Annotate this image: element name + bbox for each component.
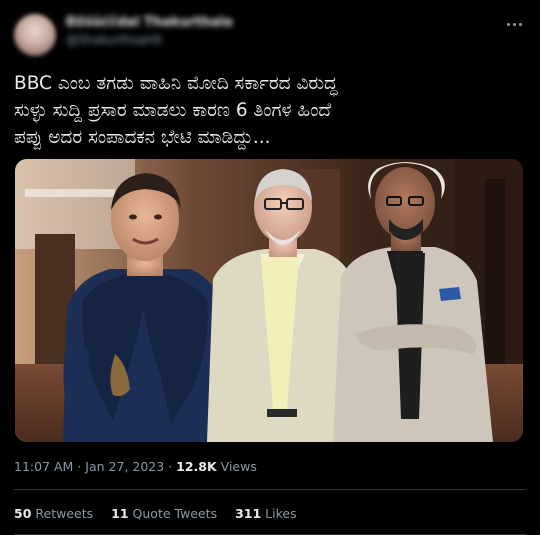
retweets-label: Retweets: [35, 506, 94, 521]
likes-label: Likes: [265, 506, 297, 521]
author-avatar[interactable]: [14, 14, 56, 56]
author-name[interactable]: Đžśůćčdal Thakurthala: [66, 15, 256, 30]
meta-separator: ·: [168, 459, 173, 474]
quote-tweets-label: Quote Tweets: [132, 506, 218, 521]
retweets-count: 50: [14, 506, 32, 521]
meta-separator: ·: [77, 459, 82, 474]
views-label: Views: [220, 459, 257, 474]
tweet-text: BBC ಎಂಬ ತಗಡು ವಾಹಿನಿ ಮೋದಿ ಸರ್ಕಾರದ ವಿರುದ್ಧ…: [14, 73, 338, 148]
tweet-card: Đžśůćčdal Thakurthala @ShakurthsaHit BBC…: [0, 0, 540, 535]
likes-stat[interactable]: 311 Likes: [235, 506, 297, 521]
photo-illustration: [15, 159, 523, 442]
tweet-photo[interactable]: [15, 159, 523, 442]
views-count: 12.8K: [176, 459, 217, 474]
author-handle[interactable]: @ShakurthsaHit: [66, 33, 216, 47]
tweet-stats: 50 Retweets 11 Quote Tweets 311 Likes: [14, 506, 311, 521]
author-handle-text: @ShakurthsaHit: [66, 33, 163, 47]
retweets-stat[interactable]: 50 Retweets: [14, 506, 93, 521]
quote-tweets-stat[interactable]: 11 Quote Tweets: [111, 506, 217, 521]
divider: [14, 489, 526, 490]
more-options-icon[interactable]: [502, 14, 526, 34]
tweet-time[interactable]: 11:07 AM: [14, 459, 73, 474]
tweet-meta: 11:07 AM · Jan 27, 2023 · 12.8K Views: [14, 459, 257, 474]
author-name-text: Đžśůćčdal Thakurthala: [66, 15, 233, 30]
quote-tweets-count: 11: [111, 506, 129, 521]
likes-count: 311: [235, 506, 262, 521]
tweet-date[interactable]: Jan 27, 2023: [85, 459, 164, 474]
